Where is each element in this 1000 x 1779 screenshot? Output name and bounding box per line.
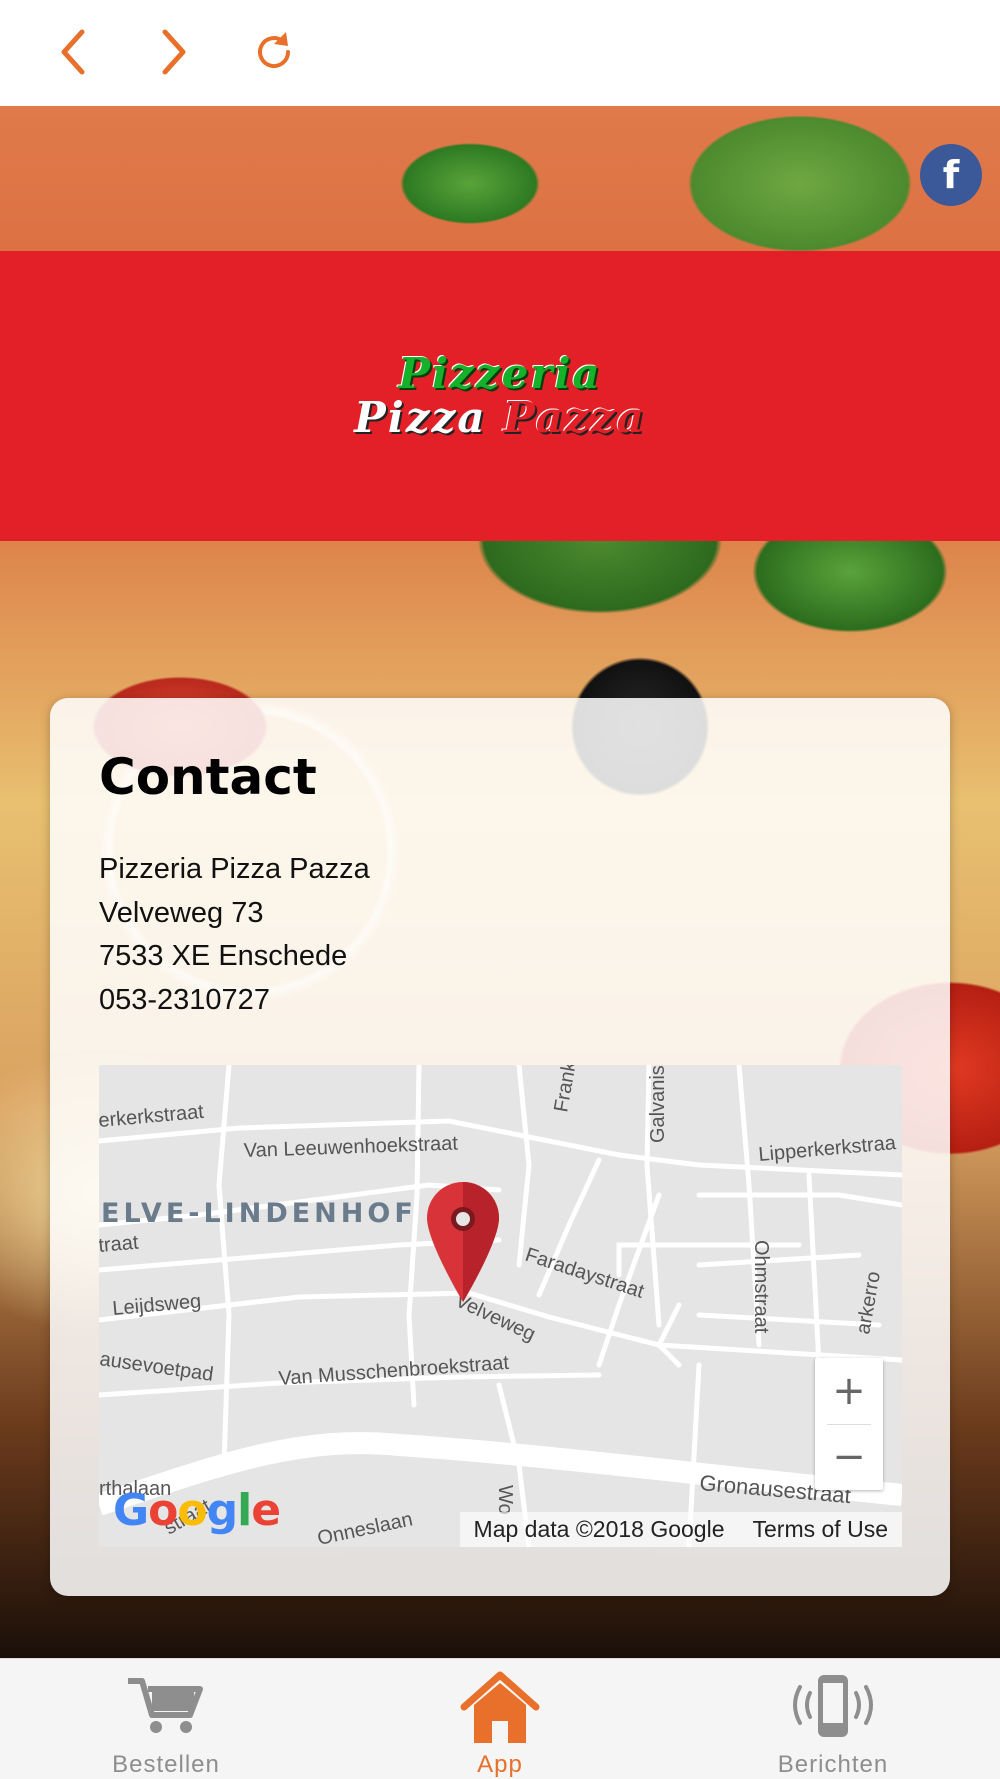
chevron-left-icon bbox=[61, 29, 85, 75]
zoom-in-button[interactable]: + bbox=[815, 1358, 883, 1424]
chevron-right-icon bbox=[162, 29, 186, 75]
home-icon bbox=[460, 1671, 540, 1743]
map-data-credit: Map data ©2018 Google bbox=[473, 1516, 725, 1542]
neighborhood-label: ELVE-LINDENHOF bbox=[101, 1198, 417, 1229]
tab-label: App bbox=[477, 1751, 523, 1778]
street-label: erkerkstraat bbox=[99, 1101, 205, 1132]
tab-app[interactable]: App bbox=[400, 1659, 600, 1779]
map-marker-icon bbox=[427, 1182, 499, 1302]
street-label: Van Leeuwenhoekstraat bbox=[243, 1133, 458, 1162]
street-label: Ohmstraat bbox=[750, 1240, 772, 1334]
back-button[interactable] bbox=[44, 22, 104, 82]
page-title: Contact bbox=[99, 748, 317, 806]
street-label: Van Musschenbroekstraat bbox=[278, 1352, 510, 1390]
map-zoom-control: + − bbox=[815, 1358, 883, 1490]
google-logo: Google bbox=[113, 1485, 281, 1536]
phone-vibrate-icon bbox=[793, 1675, 873, 1737]
reload-icon bbox=[258, 32, 290, 68]
zoom-divider bbox=[827, 1424, 871, 1425]
facebook-button[interactable]: f bbox=[920, 144, 982, 206]
forward-button[interactable] bbox=[143, 22, 203, 82]
logo-text-pizza-pazza: Pizza Pazza bbox=[354, 396, 646, 440]
map-streets: erkerkstraat Van Leeuwenhoekstraat Frank… bbox=[99, 1065, 902, 1547]
google-map[interactable]: erkerkstraat Van Leeuwenhoekstraat Frank… bbox=[99, 1065, 902, 1547]
browser-toolbar bbox=[0, 0, 1000, 106]
business-name: Pizzeria Pizza Pazza bbox=[99, 853, 370, 885]
postal-city: 7533 XE Enschede bbox=[99, 940, 348, 972]
terms-of-use-link[interactable]: Terms of Use bbox=[739, 1516, 902, 1543]
street-label: Onneslaan bbox=[315, 1508, 414, 1547]
tab-bestellen[interactable]: Bestellen bbox=[66, 1659, 266, 1779]
street-label: Galvanis bbox=[647, 1065, 669, 1143]
contact-address: Pizzeria Pizza Pazza Velveweg 73 7533 XE… bbox=[99, 848, 370, 1022]
street-label: Lipperkerkstraa bbox=[758, 1132, 898, 1166]
logo-word-pizza: Pizza bbox=[354, 393, 487, 442]
reload-button[interactable] bbox=[244, 22, 304, 82]
logo-text-pizzeria: Pizzeria bbox=[398, 349, 602, 398]
street-label: Wo bbox=[494, 1485, 516, 1515]
tab-label: Berichten bbox=[777, 1751, 889, 1778]
cart-icon bbox=[128, 1678, 203, 1733]
street-label: Leijdsweg bbox=[112, 1290, 203, 1320]
street-label: Frank bbox=[550, 1065, 581, 1114]
logo-banner: Pizzeria Pizza Pazza bbox=[0, 251, 1000, 541]
facebook-icon: f bbox=[942, 153, 960, 197]
bottom-tab-bar: Bestellen App Berichten bbox=[0, 1658, 1000, 1779]
tab-berichten[interactable]: Berichten bbox=[733, 1659, 933, 1779]
street-label: ausevoetpad bbox=[99, 1348, 215, 1386]
street-label: traat bbox=[99, 1232, 140, 1257]
contact-card: Contact Pizzeria Pizza Pazza Velveweg 73… bbox=[50, 698, 950, 1596]
zoom-out-button[interactable]: − bbox=[815, 1424, 883, 1490]
map-attribution: Map data ©2018 Google Terms of Use bbox=[459, 1512, 902, 1547]
logo-word-pazza: Pazza bbox=[503, 393, 646, 442]
street-address: Velveweg 73 bbox=[99, 896, 264, 929]
phone-number[interactable]: 053-2310727 bbox=[99, 979, 370, 1023]
tab-label: Bestellen bbox=[112, 1751, 220, 1778]
